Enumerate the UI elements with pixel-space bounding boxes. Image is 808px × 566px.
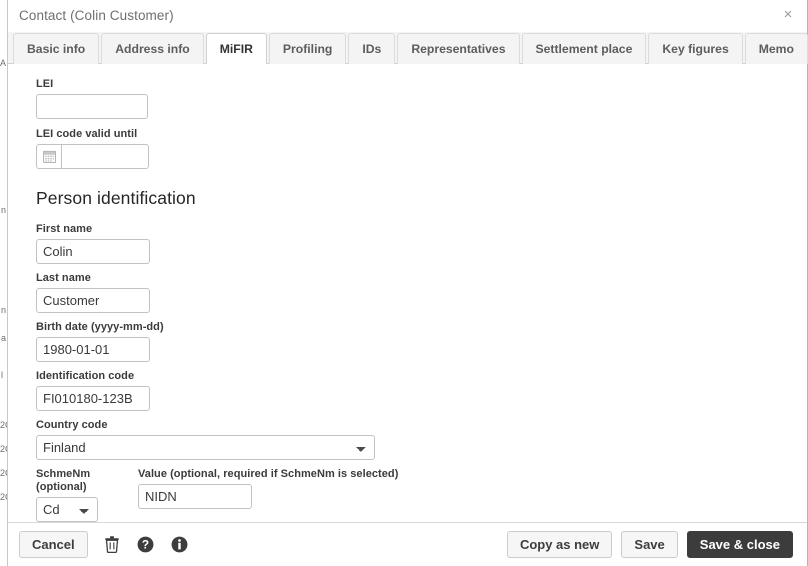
copy-as-new-button[interactable]: Copy as new xyxy=(506,531,613,558)
background-text-fragment: n xyxy=(1,205,7,215)
field-label-first-name: First name xyxy=(36,223,93,235)
field-last-name: Last name xyxy=(8,272,807,313)
tab-basic-info[interactable]: Basic info xyxy=(13,33,100,64)
tab-key-figures[interactable]: Key figures xyxy=(648,33,743,64)
contact-modal: Contact (Colin Customer) × Basic info Add… xyxy=(7,0,808,566)
cancel-button[interactable]: Cancel xyxy=(19,531,88,558)
tab-label: Settlement place xyxy=(535,42,633,56)
field-schme-value: Value (optional, required if SchmeNm is … xyxy=(138,468,398,509)
lei-valid-until-input[interactable] xyxy=(61,144,149,169)
field-schme-group: SchmeNm (optional) Cd Value (optional, r… xyxy=(8,468,807,522)
tab-bar: Basic info Address info MiFIR Profiling IDs R… xyxy=(8,32,808,64)
field-label-schme-nm: SchmeNm (optional) xyxy=(36,468,91,493)
field-birth-date: Birth date (yyyy-mm-dd) xyxy=(8,321,807,362)
tab-mifir[interactable]: MiFIR xyxy=(205,33,267,64)
country-code-select[interactable]: Finland xyxy=(36,435,375,460)
tab-address-info[interactable]: Address info xyxy=(101,33,204,64)
field-label-last-name: Last name xyxy=(36,272,91,284)
schme-nm-select[interactable]: Cd xyxy=(36,497,98,522)
svg-text:?: ? xyxy=(142,538,149,552)
footer-actions: Copy as new Save Save & close xyxy=(506,531,793,558)
field-label-country-code: Country code xyxy=(36,419,108,431)
field-identification-code: Identification code xyxy=(8,370,807,411)
section-title: Person identification xyxy=(36,188,196,208)
identification-code-input[interactable] xyxy=(36,386,150,411)
tab-label: Memo xyxy=(758,42,794,56)
page-title: Contact (Colin Customer) xyxy=(19,8,174,23)
modal-body: LEI LEI code valid until Person identifi… xyxy=(8,64,807,522)
field-label-lei-valid-until: LEI code valid until xyxy=(36,128,138,140)
tab-profiling[interactable]: Profiling xyxy=(268,33,347,64)
tab-label: Address info xyxy=(115,42,190,56)
background-text-fragment: A xyxy=(0,58,7,68)
tab-representatives[interactable]: Representatives xyxy=(397,33,520,64)
section-person-identification: Person identification xyxy=(8,188,807,209)
field-lei-valid-until: LEI code valid until xyxy=(8,128,807,169)
tab-settlement-place[interactable]: Settlement place xyxy=(521,33,647,64)
tab-label: Key figures xyxy=(662,42,729,56)
first-name-input[interactable] xyxy=(36,239,150,264)
tab-label: IDs xyxy=(362,42,382,56)
tab-label: Profiling xyxy=(282,42,333,56)
background-text-fragment: l xyxy=(1,370,3,380)
calendar-icon[interactable] xyxy=(36,144,61,169)
field-label-schme-value: Value (optional, required if SchmeNm is … xyxy=(138,468,399,480)
save-and-close-button[interactable]: Save & close xyxy=(686,531,793,558)
trash-icon[interactable] xyxy=(102,534,122,556)
last-name-input[interactable] xyxy=(36,288,150,313)
close-icon[interactable]: × xyxy=(777,4,799,26)
field-lei: LEI xyxy=(8,78,807,119)
birth-date-input[interactable] xyxy=(36,337,150,362)
info-circle-icon[interactable] xyxy=(170,534,190,556)
modal-footer: Cancel ? Copy as new Save Save & close xyxy=(8,522,807,566)
field-country-code: Country code Finland xyxy=(8,419,807,460)
field-label-birth-date: Birth date (yyyy-mm-dd) xyxy=(36,321,164,333)
field-label-identification-code: Identification code xyxy=(36,370,135,382)
background-text-fragment: n xyxy=(1,305,7,315)
modal-titlebar: Contact (Colin Customer) × xyxy=(8,0,807,32)
tab-ids[interactable]: IDs xyxy=(348,33,396,64)
question-circle-icon[interactable]: ? xyxy=(136,534,156,556)
tab-label: MiFIR xyxy=(219,41,253,56)
save-button[interactable]: Save xyxy=(621,531,678,558)
tab-label: Basic info xyxy=(27,42,86,56)
tab-label: Representatives xyxy=(411,42,506,56)
lei-valid-until-group xyxy=(36,144,807,169)
field-label-lei: LEI xyxy=(36,78,54,90)
field-first-name: First name xyxy=(8,223,807,264)
lei-input[interactable] xyxy=(36,94,148,119)
background-text-fragment: a xyxy=(1,333,7,343)
tab-memo[interactable]: Memo xyxy=(744,33,808,64)
field-schme-nm: SchmeNm (optional) Cd xyxy=(36,468,138,522)
schme-value-input[interactable] xyxy=(138,484,252,509)
